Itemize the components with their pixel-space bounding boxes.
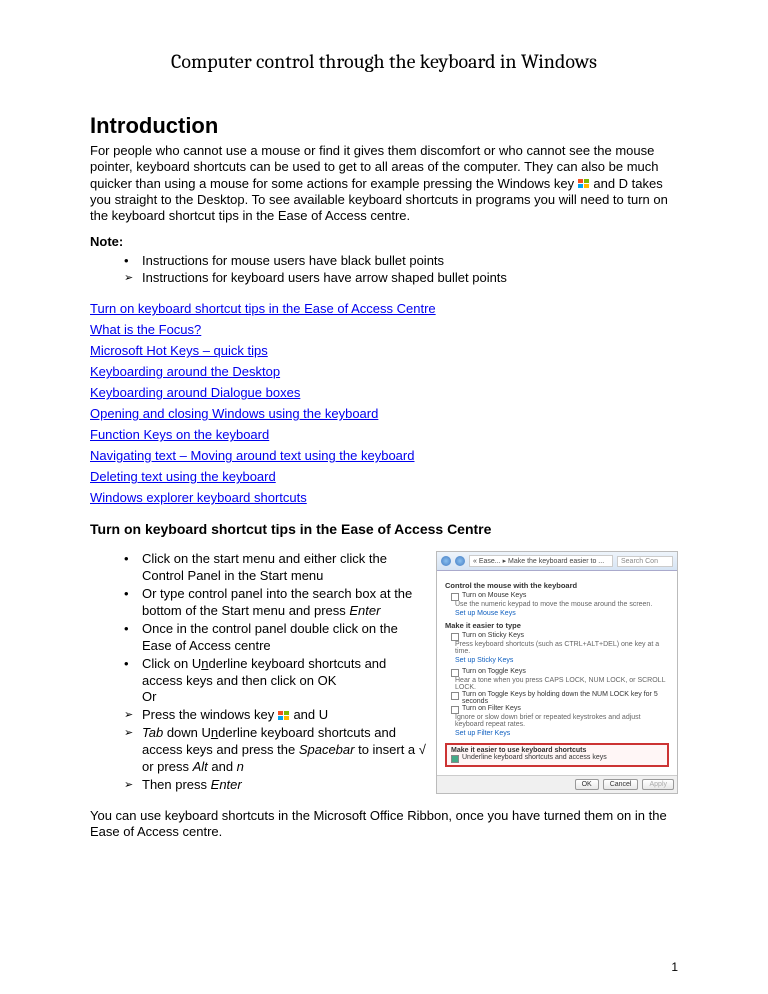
ss-g1-sub: Use the numeric keypad to move the mouse… — [455, 601, 669, 608]
link-explorer-shortcuts[interactable]: Windows explorer keyboard shortcuts — [90, 490, 307, 505]
ss-g1-check: Turn on Mouse Keys — [451, 592, 669, 601]
intro-text-a: For people who cannot use a mouse or fin… — [90, 143, 659, 191]
link-ease-of-access[interactable]: Turn on keyboard shortcut tips in the Ea… — [90, 301, 436, 316]
ss-ok-button: OK — [575, 779, 599, 790]
ss-search: Search Con — [617, 556, 673, 567]
windows-key-icon — [578, 179, 590, 189]
note-mouse: Instructions for mouse users have black … — [124, 253, 678, 270]
ss-g2-s3: Ignore or slow down brief or repeated ke… — [455, 714, 669, 728]
ss-g2-c2: Turn on Toggle Keys — [451, 668, 669, 677]
step-4: Click on Underline keyboard shortcuts an… — [124, 656, 426, 707]
document-page: Computer control through the keyboard in… — [0, 0, 768, 994]
step-7: Then press Enter — [124, 777, 426, 794]
link-hot-keys[interactable]: Microsoft Hot Keys – quick tips — [90, 343, 268, 358]
back-icon — [441, 556, 451, 566]
ss-g2-l1: Set up Sticky Keys — [455, 657, 669, 664]
windows-key-icon — [278, 711, 290, 721]
intro-heading: Introduction — [90, 113, 678, 139]
page-number: 1 — [671, 960, 678, 974]
step-3: Once in the control panel double click o… — [124, 621, 426, 655]
steps-list: Click on the start menu and either click… — [90, 551, 426, 793]
link-dialogue[interactable]: Keyboarding around Dialogue boxes — [90, 385, 300, 400]
intro-paragraph: For people who cannot use a mouse or fin… — [90, 143, 678, 224]
forward-icon — [455, 556, 465, 566]
note-label: Note: — [90, 234, 678, 250]
link-desktop[interactable]: Keyboarding around the Desktop — [90, 364, 280, 379]
ss-g2-s2a: Hear a tone when you press CAPS LOCK, NU… — [455, 677, 669, 691]
ss-apply-button: Apply — [642, 779, 674, 790]
step-6: Tab down Underline keyboard shortcuts an… — [124, 725, 426, 776]
ss-g2-s1: Press keyboard shortcuts (such as CTRL+A… — [455, 641, 669, 655]
ss-breadcrumb: « Ease... ▸ Make the keyboard easier to … — [469, 555, 613, 567]
closing-paragraph: You can use keyboard shortcuts in the Mi… — [90, 808, 678, 841]
ss-cancel-button: Cancel — [603, 779, 639, 790]
ss-g2-s2b-check: Turn on Toggle Keys by holding down the … — [451, 691, 669, 705]
link-navigating-text[interactable]: Navigating text – Moving around text usi… — [90, 448, 414, 463]
link-open-close[interactable]: Opening and closing Windows using the ke… — [90, 406, 378, 421]
ss-g2-title: Make it easier to type — [445, 621, 669, 630]
ss-g2-c3: Turn on Filter Keys — [451, 705, 669, 714]
section-ease-heading: Turn on keyboard shortcut tips in the Ea… — [90, 521, 678, 537]
ss-g2-c1: Turn on Sticky Keys — [451, 632, 669, 641]
ss-titlebar: « Ease... ▸ Make the keyboard easier to … — [437, 552, 677, 571]
ease-of-access-screenshot: « Ease... ▸ Make the keyboard easier to … — [436, 551, 678, 794]
link-deleting-text[interactable]: Deleting text using the keyboard — [90, 469, 276, 484]
ss-footer: OK Cancel Apply — [437, 775, 677, 793]
document-title: Computer control through the keyboard in… — [90, 50, 678, 73]
ss-g1-title: Control the mouse with the keyboard — [445, 581, 669, 590]
step-1: Click on the start menu and either click… — [124, 551, 426, 585]
ss-body: Control the mouse with the keyboard Turn… — [437, 571, 677, 775]
step-5: Press the windows key and U — [124, 707, 426, 724]
link-function-keys[interactable]: Function Keys on the keyboard — [90, 427, 269, 442]
step-2: Or type control panel into the search bo… — [124, 586, 426, 620]
ss-hl-title: Make it easier to use keyboard shortcuts — [451, 747, 663, 754]
link-focus[interactable]: What is the Focus? — [90, 322, 201, 337]
note-keyboard: Instructions for keyboard users have arr… — [124, 270, 678, 287]
ss-g2-l3: Set up Filter Keys — [455, 730, 669, 737]
ss-highlight: Make it easier to use keyboard shortcuts… — [445, 743, 669, 767]
ss-hl-check: Underline keyboard shortcuts and access … — [451, 754, 663, 763]
note-list: Instructions for mouse users have black … — [90, 253, 678, 288]
ss-g1-link: Set up Mouse Keys — [455, 610, 669, 617]
toc-links: Turn on keyboard shortcut tips in the Ea… — [90, 301, 678, 505]
